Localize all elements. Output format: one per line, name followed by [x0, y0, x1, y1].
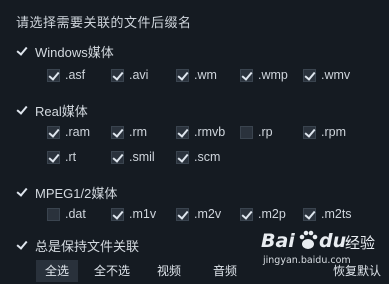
ext-label: .asf [65, 68, 86, 82]
checkbox-icon [111, 150, 124, 164]
ext-scm-checkbox[interactable]: .scm [176, 150, 220, 164]
checkbox-icon [303, 68, 316, 82]
ext-label: .wm [194, 68, 217, 82]
checkbox-icon [47, 150, 60, 164]
select-none-button[interactable]: 全不选 [88, 260, 136, 282]
watermark-brand-b: du [319, 230, 347, 252]
ext-rpm-checkbox[interactable]: .rpm [303, 125, 346, 139]
ext-label: .ram [65, 125, 90, 139]
ext-rmvb-checkbox[interactable]: .rmvb [176, 125, 225, 139]
group-mpeg-checkbox[interactable]: MPEG1/2媒体 [16, 183, 117, 202]
ext-label: .m2ts [321, 207, 352, 221]
ext-label: .smil [129, 150, 155, 164]
ext-label: .m1v [129, 207, 157, 221]
ext-label: .dat [65, 207, 86, 221]
checkbox-icon [111, 125, 124, 139]
audio-button[interactable]: 音频 [204, 260, 246, 282]
checkbox-icon [303, 207, 316, 221]
ext-avi-checkbox[interactable]: .avi [111, 68, 148, 82]
checkbox-icon [240, 68, 253, 82]
always-keep-checkbox[interactable]: 总是保持文件关联 [16, 236, 139, 255]
ext-label: .rp [258, 125, 273, 139]
ext-rt-checkbox[interactable]: .rt [47, 150, 76, 164]
ext-rp-checkbox[interactable]: .rp [240, 125, 273, 139]
ext-dat-checkbox[interactable]: .dat [47, 207, 86, 221]
checkbox-icon [240, 207, 253, 221]
ext-m1v-checkbox[interactable]: .m1v [111, 207, 156, 221]
ext-wmv-checkbox[interactable]: .wmv [303, 68, 350, 82]
group-real-label: Real媒体 [35, 104, 88, 119]
ext-label: .rpm [321, 125, 346, 139]
checkmark-icon [16, 239, 29, 252]
ext-label: .wmv [321, 68, 351, 82]
ext-label: .rt [65, 150, 77, 164]
watermark-suffix: 经验 [345, 234, 376, 252]
ext-label: .avi [129, 68, 149, 82]
baidu-watermark: Bai du 经验 jingyan.baidu.com [259, 228, 379, 278]
checkbox-icon [47, 68, 60, 82]
checkbox-icon [176, 207, 189, 221]
checkbox-icon [111, 207, 124, 221]
ext-wm-checkbox[interactable]: .wm [176, 68, 217, 82]
watermark-url: jingyan.baidu.com [263, 255, 351, 266]
ext-ram-checkbox[interactable]: .ram [47, 125, 90, 139]
group-real-checkbox[interactable]: Real媒体 [16, 101, 88, 120]
ext-label: .rm [129, 125, 148, 139]
checkbox-icon [176, 68, 189, 82]
video-button[interactable]: 视频 [148, 260, 190, 282]
checkmark-icon [16, 104, 29, 117]
ext-label: .wmp [258, 68, 288, 82]
group-mpeg-label: MPEG1/2媒体 [35, 186, 118, 201]
always-keep-label: 总是保持文件关联 [35, 239, 140, 254]
ext-smil-checkbox[interactable]: .smil [111, 150, 155, 164]
ext-label: .m2v [194, 207, 222, 221]
ext-rm-checkbox[interactable]: .rm [111, 125, 147, 139]
file-association-panel: 请选择需要关联的文件后缀名 Windows媒体 .asf .avi .wm .w… [0, 0, 389, 284]
ext-m2v-checkbox[interactable]: .m2v [176, 207, 221, 221]
ext-m2p-checkbox[interactable]: .m2p [240, 207, 286, 221]
checkbox-icon [111, 68, 124, 82]
checkbox-icon [176, 125, 189, 139]
ext-label: .scm [194, 150, 221, 164]
checkbox-icon [240, 125, 253, 139]
checkbox-icon [47, 125, 60, 139]
checkbox-icon [303, 125, 316, 139]
checkmark-icon [16, 45, 29, 58]
paw-icon [299, 230, 318, 249]
checkmark-icon [16, 186, 29, 199]
ext-label: .m2p [258, 207, 286, 221]
select-all-button[interactable]: 全选 [36, 260, 78, 282]
ext-wmp-checkbox[interactable]: .wmp [240, 68, 288, 82]
ext-m2ts-checkbox[interactable]: .m2ts [303, 207, 352, 221]
panel-title: 请选择需要关联的文件后缀名 [16, 15, 192, 30]
ext-asf-checkbox[interactable]: .asf [47, 68, 85, 82]
checkbox-icon [47, 207, 60, 221]
ext-label: .rmvb [194, 125, 226, 139]
checkbox-icon [176, 150, 189, 164]
group-windows-label: Windows媒体 [35, 45, 114, 60]
group-windows-checkbox[interactable]: Windows媒体 [16, 42, 114, 61]
watermark-brand-a: Bai [261, 230, 295, 252]
